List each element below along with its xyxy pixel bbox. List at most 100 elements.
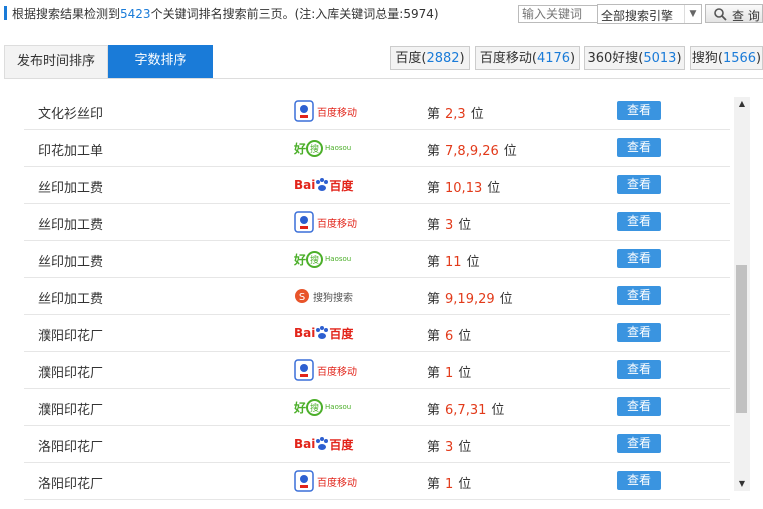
rank-suffix: 位	[458, 477, 472, 492]
rank-text: 第1位	[427, 473, 471, 492]
baidu-logo: Bai 百度	[294, 174, 353, 196]
view-button[interactable]: 查看	[617, 138, 661, 157]
rank-prefix: 第	[427, 218, 441, 233]
table-row: 濮阳印花厂 好搜 Haosou 第 6,7,31 位 查看	[24, 388, 730, 426]
chevron-down-icon[interactable]: ▼	[684, 5, 701, 23]
rank-prefix: 第	[427, 292, 441, 307]
svg-text:S: S	[299, 292, 305, 303]
scroll-down-icon[interactable]: ▼	[734, 477, 750, 491]
logo-label: 搜	[306, 398, 324, 416]
logo-label: 搜	[306, 250, 324, 268]
keyword-list: 文化衫丝印 百度移动第 2,3 位查看 印花加工单好搜 Haosou 第 7,8,9,26 位查…	[4, 92, 734, 509]
rank-positions: 6	[445, 329, 454, 344]
rank-text: 第 7,8,9,26 位	[427, 140, 517, 159]
rank-positions: 7,8,9,26	[445, 144, 499, 159]
query-button-label: 查 询	[732, 9, 760, 23]
rank-text: 第 6,7,31 位	[427, 399, 504, 418]
table-row: 濮阳印花厂 Bai 百度 第 6 位 查看	[24, 314, 730, 352]
rank-positions: 11	[445, 255, 462, 270]
summary-suffix: 个关键词排名搜索前三页。(注:入库关键词总量:5974)	[150, 7, 439, 21]
tab-publish-time[interactable]: 发布时间排序	[4, 45, 108, 78]
engine-tab-label: 360好搜	[587, 51, 639, 66]
view-button[interactable]: 查看	[617, 360, 661, 379]
keyword-input[interactable]	[518, 5, 600, 23]
view-button[interactable]: 查看	[617, 471, 661, 490]
summary-count: 5423	[120, 7, 151, 21]
engine-select[interactable]: 全部搜索引擎 ▼	[597, 4, 702, 24]
rank-suffix: 位	[466, 255, 480, 270]
scrollbar[interactable]: ▲ ▼	[734, 97, 750, 491]
baidu-logo: Bai 百度	[294, 433, 353, 455]
tab-word-count[interactable]: 字数排序	[108, 45, 213, 78]
view-button[interactable]: 查看	[617, 101, 661, 120]
table-row: 印花加工单 好搜 Haosou 第 7,8,9,26 位 查看	[24, 129, 730, 167]
rank-prefix: 第	[427, 403, 441, 418]
keyword-text: 濮阳印花厂	[38, 403, 104, 418]
rank-suffix: 位	[499, 292, 513, 307]
paw-icon	[316, 178, 329, 191]
rank-text: 第 10,13 位	[427, 177, 500, 196]
search-icon	[714, 8, 727, 21]
logo-label: 好	[294, 400, 307, 415]
table-row: 丝印加工费 好搜 Haosou 第 11 位 查看	[24, 240, 730, 278]
engine-tab-label: 搜狗	[691, 51, 718, 66]
rank-suffix: 位	[470, 107, 484, 122]
rank-suffix: 位	[458, 366, 472, 381]
query-button[interactable]: 查 询	[705, 4, 763, 23]
logo-label: Haosou	[325, 144, 352, 152]
rank-text: 第3位	[427, 436, 471, 455]
view-button[interactable]: 查看	[617, 175, 661, 194]
scroll-up-icon[interactable]: ▲	[734, 97, 750, 111]
engine-tab-label: 百度移动	[479, 51, 532, 66]
rank-positions: 1	[445, 366, 454, 381]
table-row: 文化衫丝印 百度移动 第 2,3 位 查看	[24, 92, 730, 130]
engine-tab-count: 5013	[643, 51, 677, 66]
rank-positions: 10,13	[445, 181, 483, 196]
rank-suffix: 位	[458, 329, 472, 344]
logo-label: 搜	[306, 139, 324, 157]
logo-label: Haosou	[325, 403, 352, 411]
engine-tab-label: 百度	[395, 51, 422, 66]
rank-prefix: 第	[427, 181, 441, 196]
keyword-text: 丝印加工费	[38, 181, 104, 196]
baidu-mobile-icon	[294, 100, 314, 122]
rank-prefix: 第	[427, 255, 441, 270]
view-button[interactable]: 查看	[617, 434, 661, 453]
table-row: 丝印加工费 S 搜狗搜索 第 9,19,29 位 查看	[24, 277, 730, 315]
haosou-logo: 好搜 Haosou	[294, 248, 351, 270]
view-button[interactable]: 查看	[617, 323, 661, 342]
logo-label: 百度	[329, 178, 354, 193]
scrollbar-thumb[interactable]	[736, 265, 747, 413]
baidu-mobile-icon	[294, 359, 314, 381]
rank-text: 第 11 位	[427, 251, 480, 270]
rank-suffix: 位	[458, 440, 472, 455]
keyword-text: 洛阳印花厂	[38, 440, 104, 455]
rank-text: 第 2,3 位	[427, 103, 484, 122]
baidu-mobile-logo: 百度移动	[294, 100, 357, 122]
haosou-logo: 好搜 Haosou	[294, 396, 351, 418]
table-row: 丝印加工费 Bai 百度 第 10,13 位 查看	[24, 166, 730, 204]
accent-marker	[4, 6, 7, 20]
engine-tab-sogou[interactable]: 搜狗(1566)	[690, 46, 763, 70]
baidu-mobile-logo: 百度移动	[294, 359, 357, 381]
table-row: 洛阳印花厂 百度移动 第 1 位 查看	[24, 462, 730, 500]
rank-positions: 3	[445, 218, 454, 233]
baidu-mobile-logo: 百度移动	[294, 211, 357, 233]
rank-positions: 9,19,29	[445, 292, 495, 307]
view-button[interactable]: 查看	[617, 286, 661, 305]
engine-tab-360[interactable]: 360好搜(5013)	[584, 46, 685, 70]
summary-bar: 根据搜索结果检测到5423个关键词排名搜索前三页。(注:入库关键词总量:5974…	[0, 0, 763, 28]
view-button[interactable]: 查看	[617, 397, 661, 416]
engine-tab-baidu-mobile[interactable]: 百度移动(4176)	[475, 46, 580, 70]
rank-suffix: 位	[491, 403, 505, 418]
keyword-text: 丝印加工费	[38, 255, 104, 270]
view-button[interactable]: 查看	[617, 249, 661, 268]
rank-positions: 2,3	[445, 107, 466, 122]
logo-label: 百度移动	[317, 218, 357, 230]
logo-label: Bai	[294, 326, 316, 340]
logo-label: Bai	[294, 178, 316, 192]
engine-select-value: 全部搜索引擎	[601, 9, 674, 23]
engine-tab-baidu[interactable]: 百度(2882)	[390, 46, 470, 70]
keyword-text: 丝印加工费	[38, 218, 104, 233]
view-button[interactable]: 查看	[617, 212, 661, 231]
